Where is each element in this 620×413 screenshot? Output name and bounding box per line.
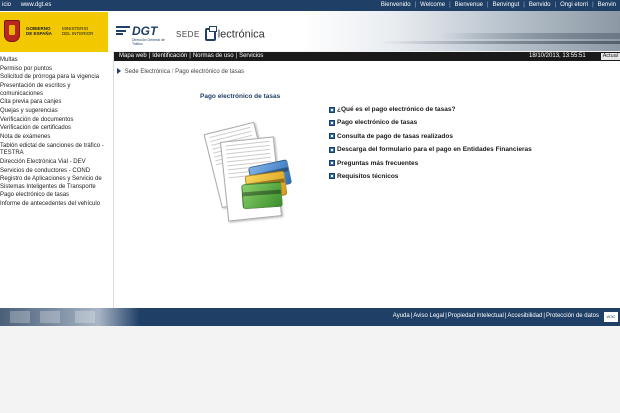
sidebar-item-presentacion-escritos[interactable]: Presentación de escritos y comunicacione…	[0, 83, 113, 98]
footer-propiedad-intelectual[interactable]: Propiedad intelectual	[447, 313, 505, 319]
government-text: GOBIERNO DE ESPAÑA	[26, 26, 52, 36]
sede-electronica-logo[interactable]: SEDE lectrónica	[176, 26, 265, 41]
language-links: Bienvenido | Welcome | Bienvenue | Benvingut | B…	[379, 2, 618, 8]
footer-image-panel	[75, 311, 95, 323]
breadcrumb-separator: /	[171, 69, 174, 75]
payment-illustration	[202, 121, 293, 241]
banner-road-shape	[440, 33, 620, 39]
government-logo[interactable]: GOBIERNO DE ESPAÑA MINISTERIO DEL INTERI…	[0, 12, 108, 52]
footer-accesibilidad[interactable]: Accesibilidad	[506, 313, 543, 319]
sidebar-item-nota-examenes[interactable]: Nota de exámenes	[0, 134, 113, 142]
link-label[interactable]: ¿Qué es el pago electrónico de tasas?	[337, 106, 455, 113]
link-bullet-icon	[329, 133, 335, 140]
link-label[interactable]: Requisitos técnicos	[337, 173, 398, 180]
dgt-brand-text: DGT	[132, 24, 158, 38]
footer-banner-image	[0, 308, 140, 326]
electronica-text: lectrónica	[217, 28, 265, 41]
link-bullet-icon	[329, 119, 335, 126]
navbar-links: Mapa web | Identificación | Normas de uso | Se…	[117, 53, 265, 59]
breadcrumb: Sede Electrónica / Pago electrónico de t…	[117, 68, 244, 75]
sidebar-menu: Multas Permiso por puntos Solicitud de p…	[0, 52, 113, 209]
sidebar-item-registro-aplicaciones[interactable]: Registro de Aplicaciones y Servicio de S…	[0, 176, 113, 191]
link-label[interactable]: Descarga del formulario para el pago en …	[337, 146, 532, 153]
nav-identificacion[interactable]: Identificación	[150, 53, 189, 59]
main-content: Sede Electrónica / Pago electrónico de t…	[114, 61, 620, 308]
coat-of-arms-icon	[4, 20, 20, 42]
breadcrumb-home[interactable]: Sede Electrónica	[125, 69, 170, 75]
w3c-badge-icon[interactable]: W3C	[604, 312, 618, 322]
footer-aviso-legal[interactable]: Aviso Legal	[412, 313, 445, 319]
link-label[interactable]: Consulta de pago de tasas realizados	[337, 133, 453, 140]
sidebar-item-testra[interactable]: Tablón edictal de sanciones de tráfico -…	[0, 143, 113, 158]
footer: Ayuda|Aviso Legal|Propiedad intelectual|…	[0, 308, 620, 326]
actualizar-button[interactable]: Actual	[600, 53, 620, 60]
lang-link-basque[interactable]: Ongi etorri	[558, 2, 590, 8]
footer-proteccion-datos[interactable]: Protección de datos	[545, 313, 600, 319]
sidebar-item-quejas[interactable]: Quejas y sugerencias	[0, 108, 113, 116]
lang-separator: |	[449, 2, 451, 8]
link-bullet-icon	[329, 173, 335, 180]
ministry-line-2: DEL INTERIOR	[62, 31, 94, 36]
lang-separator: |	[592, 2, 594, 8]
sidebar-item-cond[interactable]: Servicios de conductores - COND	[0, 168, 113, 176]
footer-ayuda[interactable]: Ayuda	[392, 313, 411, 319]
link-preguntas-frecuentes[interactable]: Preguntas más frecuentes	[329, 160, 532, 167]
footer-image-panel	[40, 311, 60, 323]
sidebar-item-verificacion-certificados[interactable]: Verificación de certificados	[0, 125, 113, 133]
link-label[interactable]: Preguntas más frecuentes	[337, 160, 418, 167]
sidebar-item-multas[interactable]: Multas	[0, 57, 113, 65]
lang-separator: |	[487, 2, 489, 8]
link-requisitos-tecnicos[interactable]: Requisitos técnicos	[329, 173, 532, 180]
empty-area	[0, 326, 620, 413]
lang-link-catalan[interactable]: Benvingut	[491, 2, 522, 8]
banner-road-shape	[380, 41, 620, 44]
link-bullet-icon	[329, 160, 335, 167]
sede-e-icon	[204, 26, 217, 41]
top-bar-left: icio www.dgt.es	[2, 2, 59, 8]
main-navbar: Mapa web | Identificación | Normas de uso | Se…	[114, 52, 620, 61]
link-pago-tasas[interactable]: Pago electrónico de tasas	[329, 119, 532, 126]
lang-link-english[interactable]: Welcome	[418, 2, 447, 8]
sidebar-item-permiso-puntos[interactable]: Permiso por puntos	[0, 66, 113, 74]
lang-link-french[interactable]: Bienvenue	[453, 2, 485, 8]
dgt-lines-icon	[116, 26, 130, 38]
breadcrumb-arrow-icon	[117, 68, 121, 74]
sidebar: Multas Permiso por puntos Solicitud de p…	[0, 52, 114, 308]
sidebar-item-informe-vehiculo[interactable]: Informe de antecedentes del vehículo	[0, 201, 113, 209]
link-bullet-icon	[329, 146, 335, 153]
sidebar-item-cita-previa[interactable]: Cita previa para canjes	[0, 99, 113, 107]
nav-mapa-web[interactable]: Mapa web	[117, 53, 149, 59]
service-links: ¿Qué es el pago electrónico de tasas? Pa…	[329, 106, 532, 186]
page-title: Pago electrónico de tasas	[200, 93, 281, 100]
sidebar-item-verificacion-documentos[interactable]: Verificación de documentos	[0, 117, 113, 125]
dgt-subtitle: Dirección General de Tráfico	[132, 38, 165, 46]
lang-link-galician[interactable]: Benvido	[527, 2, 553, 8]
link-consulta-pago[interactable]: Consulta de pago de tasas realizados	[329, 133, 532, 140]
link-que-es-pago[interactable]: ¿Qué es el pago electrónico de tasas?	[329, 106, 532, 113]
link-label[interactable]: Pago electrónico de tasas	[337, 119, 417, 126]
lang-link-valencian[interactable]: Benvin	[596, 2, 618, 8]
link-bullet-icon	[329, 106, 335, 113]
nav-normas-de-uso[interactable]: Normas de uso	[191, 53, 236, 59]
top-bar: icio www.dgt.es Bienvenido | Welcome | Bienv…	[0, 0, 620, 11]
ministry-text: MINISTERIO DEL INTERIOR	[62, 26, 93, 36]
sidebar-item-solicitud-prorroga[interactable]: Solicitud de prórroga para la vigencia	[0, 74, 113, 82]
lang-link-castellano[interactable]: Bienvenido	[379, 2, 413, 8]
link-descarga-formulario[interactable]: Descarga del formulario para el pago en …	[329, 146, 532, 153]
top-bar-dgt-link[interactable]: www.dgt.es	[21, 2, 52, 8]
sidebar-item-pago-tasas[interactable]: Pago electrónico de tasas	[0, 192, 113, 200]
credit-card-green-icon	[241, 181, 283, 210]
breadcrumb-current: Pago electrónico de tasas	[175, 69, 245, 75]
sidebar-item-dev[interactable]: Dirección Electrónica Vial - DEV	[0, 159, 113, 167]
top-bar-inicio-link[interactable]: icio	[2, 2, 11, 8]
header-banner-image	[300, 11, 620, 51]
lang-separator: |	[523, 2, 525, 8]
nav-servicios[interactable]: Servicios	[237, 53, 265, 59]
sede-text: SEDE	[176, 30, 200, 39]
footer-image-panel	[10, 311, 30, 323]
navbar-datetime: 18/10/2013, 13:55:51	[529, 53, 586, 59]
gov-line-2: DE ESPAÑA	[26, 31, 52, 36]
footer-links: Ayuda|Aviso Legal|Propiedad intelectual|…	[392, 313, 600, 319]
